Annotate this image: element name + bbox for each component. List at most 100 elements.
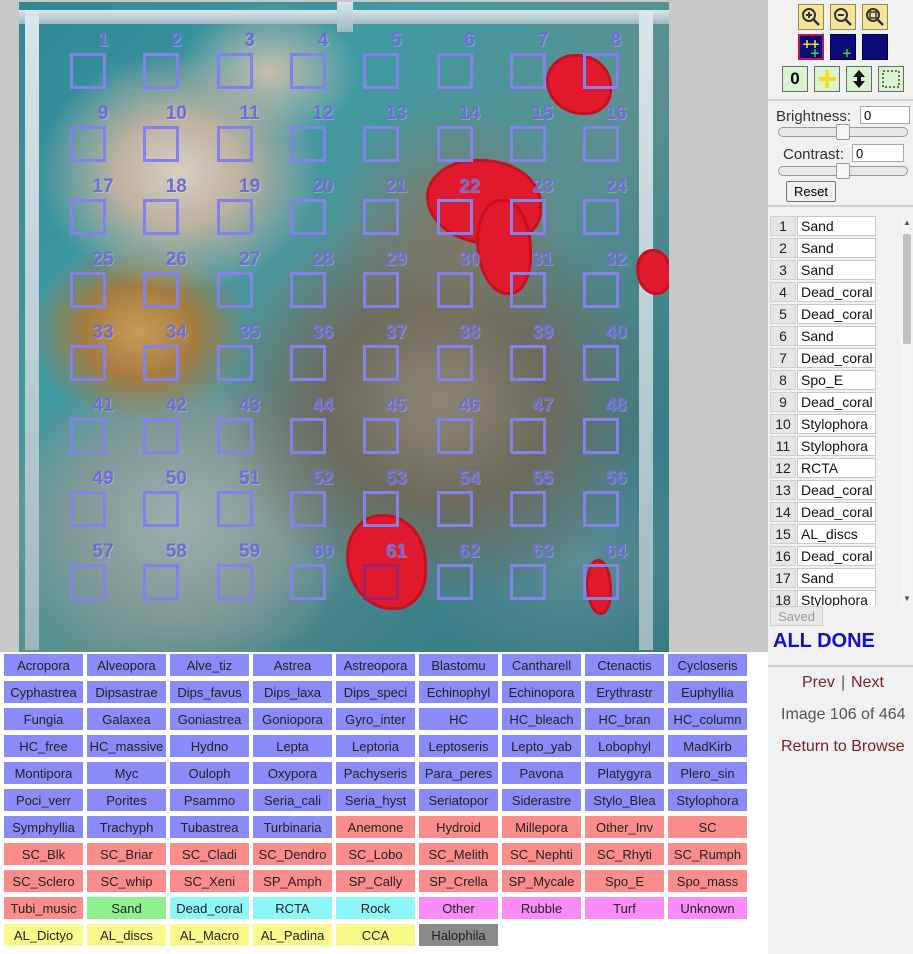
category-button[interactable]: Spo_E xyxy=(585,870,664,892)
grid-point-box[interactable] xyxy=(289,418,326,454)
category-button[interactable]: HC_bran xyxy=(585,708,664,730)
point-row[interactable]: 8 Spo_E xyxy=(770,370,904,390)
grid-point-box[interactable] xyxy=(583,199,620,235)
grid-point-box[interactable] xyxy=(143,345,180,381)
point-label-field[interactable]: Sand xyxy=(797,326,876,346)
category-button[interactable]: Blastomu xyxy=(419,654,498,676)
point-row[interactable]: 3 Sand xyxy=(770,260,904,280)
category-button[interactable]: Dips_favus xyxy=(170,681,249,703)
grid-point-box[interactable] xyxy=(216,272,253,308)
select-box-button[interactable] xyxy=(878,66,904,92)
reef-photo[interactable]: 1 2 3 4 5 6 7 8 9 10 11 12 13 14 15 16 17 18 19 20 21 22 23 24 2… xyxy=(19,2,669,652)
grid-point-box[interactable] xyxy=(436,418,473,454)
category-button[interactable]: Psammo xyxy=(170,789,249,811)
category-button[interactable]: MadKirb xyxy=(668,735,747,757)
return-to-browse-link[interactable]: Return to Browse xyxy=(781,738,905,756)
grid-point-box[interactable] xyxy=(363,564,400,600)
category-button[interactable]: Sand xyxy=(87,897,166,919)
category-button[interactable]: Cyphastrea xyxy=(4,681,83,703)
grid-point-box[interactable] xyxy=(583,272,620,308)
category-button[interactable]: Stylophora xyxy=(668,789,747,811)
point-row[interactable]: 11 Stylophora xyxy=(770,436,904,456)
category-button[interactable]: Tubastrea xyxy=(170,816,249,838)
category-button[interactable]: SC_Sclero xyxy=(4,870,83,892)
category-button[interactable]: Millepora xyxy=(502,816,581,838)
brightness-slider-thumb[interactable] xyxy=(836,124,850,140)
grid-point-box[interactable] xyxy=(509,272,546,308)
point-row[interactable]: 15 AL_discs xyxy=(770,524,904,544)
category-button[interactable]: SP_Mycale xyxy=(502,870,581,892)
point-label-field[interactable]: Sand xyxy=(797,568,876,588)
category-button[interactable]: SC xyxy=(668,816,747,838)
category-button[interactable]: SC_whip xyxy=(87,870,166,892)
category-button[interactable]: Ctenactis xyxy=(585,654,664,676)
grid-point-box[interactable] xyxy=(143,199,180,235)
grid-point-box[interactable] xyxy=(289,199,326,235)
grid-point-box[interactable] xyxy=(583,491,620,527)
grid-point-box[interactable] xyxy=(70,345,106,381)
point-label-field[interactable]: Spo_E xyxy=(797,370,876,390)
grid-point-box[interactable] xyxy=(216,418,253,454)
grid-point-box[interactable] xyxy=(143,418,180,454)
category-button[interactable]: Stylo_Blea xyxy=(585,789,664,811)
category-button[interactable]: Pavona xyxy=(502,762,581,784)
point-label-field[interactable]: AL_discs xyxy=(797,524,876,544)
grid-point-box[interactable] xyxy=(363,345,400,381)
point-label-field[interactable]: Dead_coral xyxy=(797,392,876,412)
category-button[interactable]: SC_Lobo xyxy=(336,843,415,865)
category-button[interactable]: Other xyxy=(419,897,498,919)
category-button[interactable]: Alveopora xyxy=(87,654,166,676)
category-button[interactable]: Alve_tiz xyxy=(170,654,249,676)
category-button[interactable]: Poci_verr xyxy=(4,789,83,811)
category-button[interactable]: HC_free xyxy=(4,735,83,757)
grid-point-box[interactable] xyxy=(436,345,473,381)
category-button[interactable]: HC_column xyxy=(668,708,747,730)
category-button[interactable]: HC_massive xyxy=(87,735,166,757)
grid-point-box[interactable] xyxy=(70,126,106,162)
point-row[interactable]: 6 Sand xyxy=(770,326,904,346)
category-button[interactable]: Leptoseris xyxy=(419,735,498,757)
category-button[interactable]: Echinophyl xyxy=(419,681,498,703)
category-button[interactable]: Gyro_inter xyxy=(336,708,415,730)
category-button[interactable]: Hydroid xyxy=(419,816,498,838)
point-label-field[interactable]: Sand xyxy=(797,260,876,280)
grid-point-box[interactable] xyxy=(70,564,106,600)
category-button[interactable]: Lepta xyxy=(253,735,332,757)
contrast-slider[interactable] xyxy=(778,163,908,179)
category-button[interactable]: Anemone xyxy=(336,816,415,838)
contrast-slider-thumb[interactable] xyxy=(836,163,850,179)
grid-point-box[interactable] xyxy=(509,491,546,527)
category-button[interactable]: Goniastrea xyxy=(170,708,249,730)
category-button[interactable]: Porites xyxy=(87,789,166,811)
prev-link[interactable]: Prev xyxy=(802,674,835,692)
category-button[interactable]: Rock xyxy=(336,897,415,919)
grid-point-box[interactable] xyxy=(583,345,620,381)
grid-point-box[interactable] xyxy=(289,345,326,381)
category-button[interactable]: SC_Melith xyxy=(419,843,498,865)
reset-button[interactable]: Reset xyxy=(786,181,836,202)
point-row[interactable]: 18 Stylophora xyxy=(770,590,904,606)
grid-point-box[interactable] xyxy=(70,418,106,454)
grid-point-box[interactable] xyxy=(216,564,253,600)
category-button[interactable]: SC_Xeni xyxy=(170,870,249,892)
grid-point-box[interactable] xyxy=(216,491,253,527)
category-button[interactable]: Para_peres xyxy=(419,762,498,784)
category-button[interactable]: Oxypora xyxy=(253,762,332,784)
grid-point-box[interactable] xyxy=(436,126,473,162)
category-button[interactable]: Ouloph xyxy=(170,762,249,784)
category-button[interactable]: SP_Crella xyxy=(419,870,498,892)
grid-point-box[interactable] xyxy=(583,126,620,162)
point-row[interactable]: 2 Sand xyxy=(770,238,904,258)
category-button[interactable]: RCTA xyxy=(253,897,332,919)
category-button[interactable]: SC_Rhyti xyxy=(585,843,664,865)
point-label-field[interactable]: Dead_coral xyxy=(797,282,876,302)
brightness-slider[interactable] xyxy=(778,124,908,140)
grid-point-box[interactable] xyxy=(436,199,473,235)
category-button[interactable]: Hydno xyxy=(170,735,249,757)
point-label-field[interactable]: Dead_coral xyxy=(797,480,876,500)
grid-point-box[interactable] xyxy=(289,491,326,527)
category-button[interactable]: Platygyra xyxy=(585,762,664,784)
grid-point-box[interactable] xyxy=(289,272,326,308)
category-button[interactable]: Turbinaria xyxy=(253,816,332,838)
contrast-input[interactable] xyxy=(852,144,904,162)
